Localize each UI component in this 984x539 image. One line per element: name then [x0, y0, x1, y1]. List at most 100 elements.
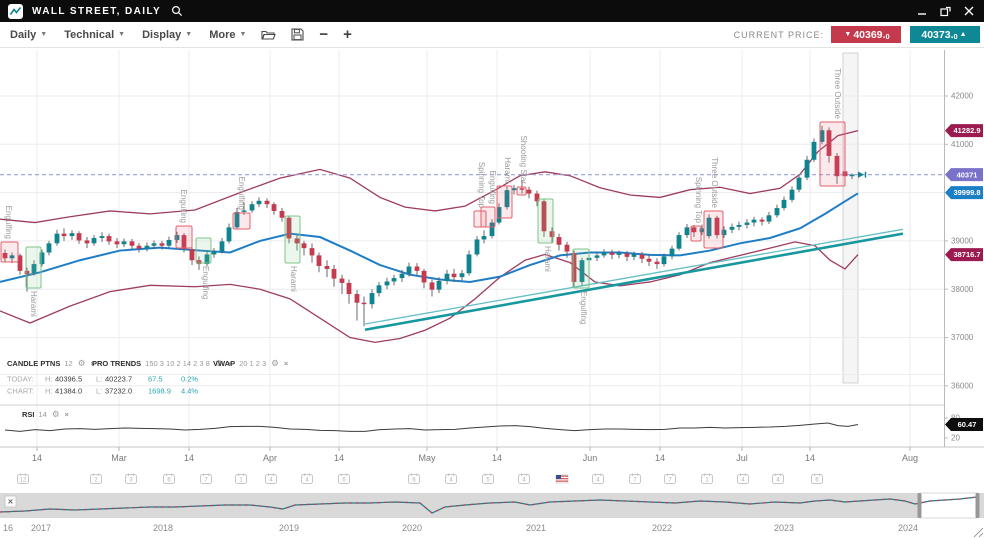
candle[interactable]: [152, 243, 157, 245]
candle[interactable]: [625, 253, 630, 256]
candle[interactable]: [422, 271, 427, 283]
candle[interactable]: [47, 243, 52, 252]
latest-bars-highlight-region[interactable]: [843, 53, 858, 383]
candle[interactable]: [640, 254, 645, 258]
candle[interactable]: [760, 220, 765, 222]
calendar-event-icon[interactable]: 1: [702, 474, 713, 484]
candle[interactable]: [610, 252, 615, 254]
pattern-box-three-outside[interactable]: [820, 122, 845, 186]
candle[interactable]: [70, 233, 75, 236]
candle[interactable]: [632, 254, 637, 256]
candle[interactable]: [662, 256, 667, 264]
calendar-event-icon[interactable]: 7: [201, 474, 212, 484]
candle[interactable]: [677, 235, 682, 249]
candle[interactable]: [190, 249, 195, 260]
candle[interactable]: [782, 200, 787, 208]
candle[interactable]: [122, 241, 127, 244]
calendar-event-icon[interactable]: 6: [339, 474, 350, 484]
calendar-event-icon[interactable]: 5: [483, 474, 494, 484]
candle[interactable]: [767, 215, 772, 221]
gear-icon[interactable]: ⚙: [52, 409, 60, 419]
candle[interactable]: [565, 245, 570, 252]
candle[interactable]: [790, 190, 795, 200]
zoom-in-button[interactable]: +: [343, 27, 352, 42]
calendar-event-icon[interactable]: 7: [630, 474, 641, 484]
menu-more[interactable]: More▼: [209, 29, 246, 41]
calendar-event-icon[interactable]: 3: [126, 474, 137, 484]
pattern-box-harami[interactable]: [497, 186, 512, 218]
candle[interactable]: [745, 223, 750, 225]
candle[interactable]: [302, 243, 307, 248]
candle[interactable]: [752, 220, 757, 223]
pattern-box-engulfing[interactable]: [1, 242, 18, 262]
candle[interactable]: [602, 252, 607, 255]
candle[interactable]: [482, 236, 487, 239]
candle[interactable]: [130, 241, 135, 245]
minimize-icon[interactable]: [917, 6, 927, 16]
candle[interactable]: [310, 248, 315, 255]
candle[interactable]: [670, 249, 675, 257]
remove-indicator-icon[interactable]: ×: [284, 359, 289, 368]
remove-indicator-icon[interactable]: ×: [64, 410, 69, 419]
candle[interactable]: [400, 274, 405, 278]
candle[interactable]: [737, 225, 742, 227]
candle[interactable]: [220, 241, 225, 251]
pattern-box-harami[interactable]: [538, 199, 553, 243]
candle[interactable]: [730, 227, 735, 230]
candle[interactable]: [775, 208, 780, 215]
calendar-event-icon[interactable]: 4: [266, 474, 277, 484]
candle[interactable]: [362, 303, 367, 304]
pattern-box-three-outside[interactable]: [704, 211, 723, 248]
menu-technical[interactable]: Technical▼: [64, 29, 125, 41]
candle[interactable]: [347, 283, 352, 294]
gear-icon[interactable]: ⚙: [78, 358, 86, 368]
candle[interactable]: [340, 279, 345, 283]
calendar-event-icon[interactable]: 4: [773, 474, 784, 484]
candle[interactable]: [475, 239, 480, 254]
candle[interactable]: [332, 269, 337, 279]
candle[interactable]: [467, 254, 472, 273]
candle[interactable]: [167, 240, 172, 246]
pattern-box-spinning-top[interactable]: [691, 226, 701, 241]
candle[interactable]: [137, 246, 142, 249]
candle[interactable]: [265, 201, 270, 204]
candle[interactable]: [250, 204, 255, 210]
search-icon[interactable]: [171, 5, 183, 17]
candle[interactable]: [685, 227, 690, 235]
calendar-event-icon[interactable]: 6: [812, 474, 823, 484]
candle[interactable]: [212, 252, 217, 255]
candle[interactable]: [452, 274, 457, 277]
navigator-track[interactable]: [0, 493, 984, 518]
close-icon[interactable]: [964, 6, 974, 16]
candle[interactable]: [437, 281, 442, 290]
candle[interactable]: [100, 236, 105, 238]
candle[interactable]: [370, 293, 375, 304]
calendar-event-icon[interactable]: 4: [302, 474, 313, 484]
candle[interactable]: [62, 234, 67, 236]
pattern-box-engulfing[interactable]: [573, 249, 589, 288]
pattern-box-engulfing[interactable]: [196, 238, 211, 263]
calendar-event-icon[interactable]: 6: [164, 474, 175, 484]
candle[interactable]: [617, 253, 622, 254]
candle[interactable]: [805, 160, 810, 178]
calendar-event-icon[interactable]: 4: [593, 474, 604, 484]
price-chart-canvas[interactable]: EngulfingHaramiEngulfingEngulfingEngulfi…: [0, 48, 984, 539]
candle[interactable]: [557, 237, 562, 245]
candle[interactable]: [460, 273, 465, 277]
navigator-left-handle[interactable]: [918, 493, 922, 518]
candle[interactable]: [55, 234, 60, 244]
calendar-event-icon[interactable]: 6: [409, 474, 420, 484]
pattern-box-shooting-star[interactable]: [517, 187, 526, 195]
candle[interactable]: [325, 266, 330, 269]
candle[interactable]: [527, 190, 532, 194]
candle[interactable]: [595, 255, 600, 257]
candle[interactable]: [355, 294, 360, 303]
candle[interactable]: [655, 262, 660, 264]
candle[interactable]: [115, 241, 120, 244]
calendar-event-icon[interactable]: 2: [91, 474, 102, 484]
candle[interactable]: [145, 246, 150, 249]
candle[interactable]: [317, 255, 322, 266]
menu-timeframe[interactable]: Daily▼: [10, 29, 47, 41]
popout-icon[interactable]: [940, 6, 951, 17]
candle[interactable]: [160, 243, 165, 245]
